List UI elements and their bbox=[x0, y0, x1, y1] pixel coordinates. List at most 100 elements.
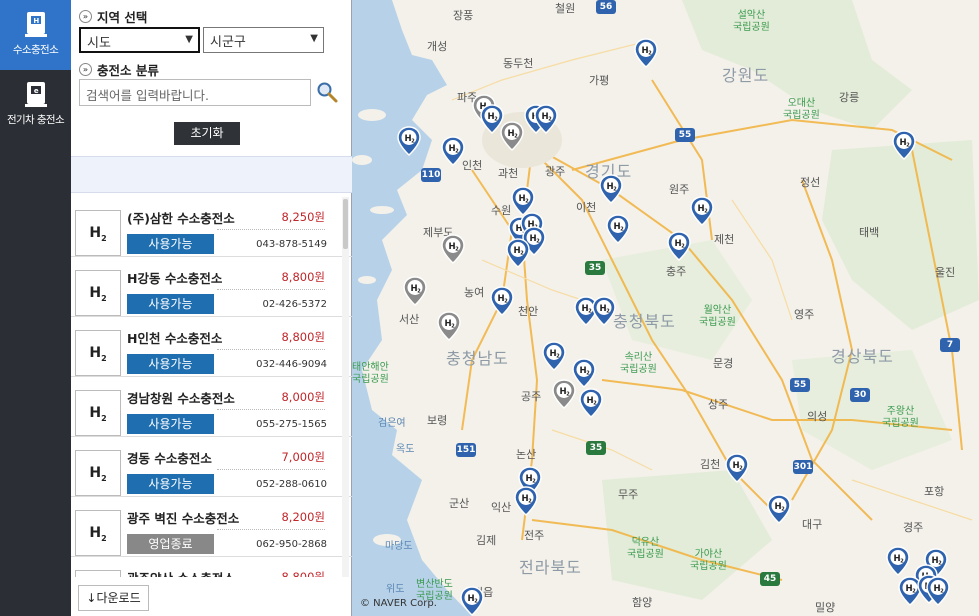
status-badge: 사용가능 bbox=[127, 294, 214, 314]
h2-pin-icon[interactable]: H2 bbox=[892, 130, 916, 160]
highway-shield: 30 bbox=[850, 388, 870, 402]
map-label: 상주 bbox=[708, 398, 729, 411]
h2-pin-icon[interactable]: H2 bbox=[514, 486, 538, 516]
map-label: 함양 bbox=[632, 596, 653, 609]
station-row[interactable]: H2 광주 벽진 수소충전소 8,200원 영업종료 062-950-2868 bbox=[71, 497, 352, 557]
h2-pin-icon[interactable]: H2 bbox=[606, 214, 630, 244]
station-name: H강동 수소충전소 bbox=[127, 271, 223, 286]
highway-shield: 55 bbox=[790, 378, 810, 392]
list-scrollbar-thumb[interactable] bbox=[343, 199, 348, 249]
map-label: 주왕산 국립공원 bbox=[882, 406, 919, 429]
map-label: 철원 bbox=[555, 2, 576, 15]
rail-label-hydrogen: 수소충전소 bbox=[12, 44, 59, 56]
h2-pin-icon[interactable]: H2 bbox=[690, 196, 714, 226]
station-row[interactable]: H2 H강동 수소충전소 8,800원 사용가능 02-426-5372 bbox=[71, 257, 352, 317]
h2-pin-icon[interactable]: H2 bbox=[460, 586, 484, 616]
map-label: 동두천 bbox=[503, 57, 534, 70]
station-list: H2 (주)삼한 수소충전소 8,250원 사용가능 043-878-5149 … bbox=[71, 197, 352, 577]
h2-pin-icon[interactable]: H2 bbox=[725, 453, 749, 483]
highway-shield: 7 bbox=[940, 338, 960, 352]
divider bbox=[217, 229, 325, 230]
list-scrollbar[interactable] bbox=[342, 197, 349, 577]
svg-text:2: 2 bbox=[681, 244, 685, 250]
station-name: H인천 수소충전소 bbox=[127, 331, 223, 346]
station-price: 8,800원 bbox=[281, 570, 325, 577]
search-input[interactable]: 검색어를 입력바랍니다. bbox=[79, 79, 311, 106]
h2-pin-icon[interactable]: H2 bbox=[500, 121, 524, 151]
map-label: 가야산 국립공원 bbox=[690, 549, 727, 572]
map-label: 전주 bbox=[524, 529, 545, 542]
svg-text:2: 2 bbox=[912, 589, 916, 595]
h2-pin-icon[interactable]: H2 bbox=[552, 379, 576, 409]
map-label: 대구 bbox=[802, 518, 823, 531]
h2-pin-icon[interactable]: H2 bbox=[886, 546, 910, 576]
status-badge: 사용가능 bbox=[127, 474, 214, 494]
station-row[interactable]: H2 경남창원 수소충전소 8,000원 사용가능 055-275-1565 bbox=[71, 377, 352, 437]
map-attribution: © NAVER Corp. bbox=[360, 598, 437, 609]
rail-item-ev-station[interactable]: e 전기차 충전소 bbox=[0, 70, 71, 140]
station-row[interactable]: H2 (주)삼한 수소충전소 8,250원 사용가능 043-878-5149 bbox=[71, 197, 352, 257]
map-view[interactable]: 장풍 철원 개성 동두천 가평 파주 강원도 강릉 설악산 국립공원 오대산 국립공… bbox=[352, 0, 979, 616]
map-label: 장풍 bbox=[453, 9, 474, 22]
h2-pin-icon[interactable]: H2 bbox=[926, 576, 950, 606]
h2-pin-icon[interactable]: H2 bbox=[667, 231, 691, 261]
status-badge: 사용가능 bbox=[127, 354, 214, 374]
map-label: 김제 bbox=[476, 534, 497, 547]
map-label: 경주 bbox=[903, 521, 924, 534]
station-name: 광주양산 수소충전소 bbox=[127, 568, 235, 577]
station-row[interactable]: H2 광주양산 수소충전소 8,800원 bbox=[71, 557, 352, 577]
svg-text:2: 2 bbox=[525, 199, 529, 205]
svg-text:2: 2 bbox=[606, 309, 610, 315]
map-label: 울진 bbox=[935, 266, 956, 279]
map-label: 김천 bbox=[700, 458, 721, 471]
h2-pin-icon[interactable]: H2 bbox=[403, 276, 427, 306]
h2-pin-icon[interactable]: H2 bbox=[506, 238, 530, 268]
svg-text:2: 2 bbox=[593, 401, 597, 407]
station-phone: 052-288-0610 bbox=[256, 479, 327, 490]
rail-item-hydrogen-station[interactable]: H 수소충전소 bbox=[0, 0, 71, 70]
station-name: 경동 수소충전소 bbox=[127, 451, 212, 466]
h2-pin-icon[interactable]: H2 bbox=[767, 494, 791, 524]
svg-text:2: 2 bbox=[938, 561, 942, 567]
circle-chevron-icon: » bbox=[79, 10, 92, 23]
h2-pin-icon[interactable]: H2 bbox=[534, 104, 558, 134]
map-label: 덕유산 국립공원 bbox=[627, 537, 664, 560]
station-name: 경남창원 수소충전소 bbox=[127, 391, 235, 406]
h2-pin-icon[interactable]: H2 bbox=[490, 286, 514, 316]
sigungu-select[interactable]: 시군구 ▼ bbox=[203, 27, 324, 53]
region-title-text: 지역 선택 bbox=[97, 10, 148, 25]
chevron-down-icon: ▼ bbox=[310, 33, 318, 44]
h2-pin-icon[interactable]: H2 bbox=[437, 311, 461, 341]
highway-shield: 55 bbox=[675, 128, 695, 142]
highway-shield: 301 bbox=[793, 460, 813, 474]
h2-pin-icon[interactable]: H2 bbox=[579, 388, 603, 418]
search-icon[interactable] bbox=[316, 81, 338, 103]
svg-text:2: 2 bbox=[739, 466, 743, 472]
map-label: 군산 bbox=[449, 497, 470, 510]
h2-pin-icon[interactable]: H2 bbox=[441, 136, 465, 166]
svg-text:2: 2 bbox=[494, 117, 498, 123]
station-price: 8,800원 bbox=[281, 270, 325, 284]
h2-pin-icon[interactable]: H2 bbox=[599, 174, 623, 204]
map-label: 광주 bbox=[545, 165, 566, 178]
map-label: 검은여 bbox=[378, 418, 406, 429]
h2-pin-icon[interactable]: H2 bbox=[441, 234, 465, 264]
map-label: 문경 bbox=[713, 357, 734, 370]
map-label: 농여 bbox=[464, 286, 485, 299]
station-row[interactable]: H2 경동 수소충전소 7,000원 사용가능 052-288-0610 bbox=[71, 437, 352, 497]
download-button[interactable]: ↓다운로드 bbox=[78, 585, 149, 611]
station-name: 광주 벽진 수소충전소 bbox=[127, 511, 240, 526]
highway-shield: 110 bbox=[421, 168, 441, 182]
reset-button[interactable]: 초기화 bbox=[174, 122, 240, 145]
h2-pin-icon[interactable]: H2 bbox=[634, 38, 658, 68]
map-label: 과천 bbox=[498, 167, 519, 180]
h2-pin-icon[interactable]: H2 bbox=[397, 126, 421, 156]
h2-pin-icon[interactable]: H2 bbox=[542, 341, 566, 371]
sido-select[interactable]: 시도 ▼ bbox=[79, 27, 200, 53]
h2-pin-icon[interactable]: H2 bbox=[592, 296, 616, 326]
map-label: 전라북도 bbox=[519, 558, 582, 577]
svg-text:2: 2 bbox=[451, 324, 455, 330]
station-row[interactable]: H2 H인천 수소충전소 8,800원 사용가능 032-446-9094 bbox=[71, 317, 352, 377]
svg-text:2: 2 bbox=[613, 187, 617, 193]
map-label: 월악산 국립공원 bbox=[699, 305, 736, 328]
